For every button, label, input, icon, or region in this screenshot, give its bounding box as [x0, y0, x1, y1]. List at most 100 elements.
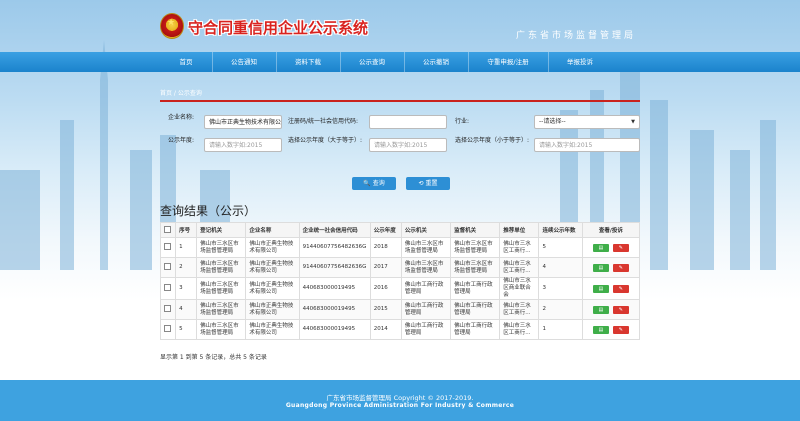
breadcrumb-underline [160, 100, 640, 102]
cell-reg-org: 佛山市三水区市场监督管理局 [196, 299, 247, 320]
row-checkbox-cell[interactable] [159, 237, 177, 258]
table-row: 2 佛山市三水区市场监督管理局 佛山市正典生物技术有限公司 9144060775… [159, 257, 641, 278]
view-button[interactable]: ▤ [592, 325, 609, 334]
cell-year: 2017 [369, 257, 402, 278]
year-le-input[interactable]: 请输入数字如:2015 [534, 138, 640, 152]
view-button[interactable]: ▤ [592, 305, 609, 314]
cell-recommend: 佛山市三水区工商行... [499, 257, 540, 278]
col-year: 公示年度 [369, 222, 402, 238]
reg-code-input[interactable] [369, 115, 447, 129]
breadcrumb: 首页 / 公示查询 [160, 88, 640, 102]
col-recommend: 推荐单位 [499, 222, 540, 238]
table-row: 4 佛山市三水区市场监督管理局 佛山市正典生物技术有限公司 4406830000… [159, 299, 641, 320]
cell-years: 2 [538, 299, 583, 320]
cell-pub-org: 佛山市工商行政管理局 [400, 277, 452, 300]
industry-select[interactable]: --请选择-- ▼ [534, 115, 640, 129]
cell-code: 440683000019495 [298, 277, 371, 300]
cell-recommend: 佛山市三水区工商行... [499, 237, 540, 258]
cell-years: 5 [538, 237, 583, 258]
row-checkbox[interactable] [164, 283, 171, 291]
select-all-checkbox[interactable] [164, 225, 171, 233]
cell-pub-org: 佛山市三水区市场监督管理局 [400, 257, 452, 278]
row-checkbox[interactable] [164, 242, 171, 250]
cell-reg-org: 佛山市三水区市场监督管理局 [196, 277, 247, 300]
breadcrumb-home[interactable]: 首页 [160, 90, 172, 97]
complain-button[interactable]: ✎ [612, 284, 629, 293]
cell-no: 5 [175, 319, 198, 340]
year-label: 公示年度: [168, 137, 195, 144]
cell-company: 佛山市正典生物技术有限公司 [245, 277, 300, 300]
complain-button[interactable]: ✎ [612, 243, 629, 252]
nav-item-notices[interactable]: 公告通知 [212, 52, 277, 72]
cell-company: 佛山市正典生物技术有限公司 [245, 299, 300, 320]
cell-actions: ▤ ✎ [581, 319, 641, 340]
site-header: ★ 守合同重信用企业公示系统 广东省市场监督管理局 [0, 0, 800, 52]
cell-recommend: 佛山市三水区工商行... [499, 299, 540, 320]
cell-no: 1 [175, 237, 198, 258]
company-name-input[interactable]: 佛山市正典生物技术有限公司 [204, 115, 282, 129]
nav-item-register[interactable]: 守重申报/注册 [468, 52, 549, 72]
nav-item-report[interactable]: 举报投诉 [548, 52, 612, 72]
table-row: 5 佛山市三水区市场监督管理局 佛山市正典生物技术有限公司 4406830000… [159, 319, 641, 340]
main-nav: 首页 公告通知 资料下载 公示查询 公示撤销 守重申报/注册 举报投诉 [0, 52, 800, 72]
reset-button-label: 重置 [425, 180, 438, 187]
industry-selected-value: --请选择-- [539, 118, 566, 125]
col-no: 序号 [175, 222, 198, 238]
nav-item-revoke[interactable]: 公示撤销 [404, 52, 469, 72]
cell-actions: ▤ ✎ [581, 237, 641, 258]
company-name-label: 企业名称: [168, 114, 195, 121]
view-button[interactable]: ▤ [592, 263, 609, 272]
row-checkbox[interactable] [164, 262, 171, 270]
pagination-summary: 显示第 1 到第 5 条记录，总共 5 条记录 [160, 354, 267, 361]
col-code: 企业统一社会信用代码 [298, 222, 371, 238]
select-all-header[interactable] [159, 222, 177, 238]
cell-recommend: 佛山市三水区商业联合会 [499, 277, 540, 300]
cell-sup-org: 佛山市工商行政管理局 [450, 299, 501, 320]
row-checkbox-cell[interactable] [159, 319, 177, 340]
row-checkbox[interactable] [164, 304, 171, 312]
caret-down-icon: ▼ [631, 119, 635, 125]
complain-button[interactable]: ✎ [612, 263, 629, 272]
row-checkbox-cell[interactable] [159, 257, 177, 278]
cell-code: 91440607756482636G [298, 237, 371, 258]
cell-company: 佛山市正典生物技术有限公司 [245, 257, 300, 278]
nav-item-downloads[interactable]: 资料下载 [276, 52, 341, 72]
cell-year: 2015 [369, 299, 402, 320]
col-years: 连续公示年数 [538, 222, 583, 238]
nav-item-query[interactable]: 公示查询 [340, 52, 405, 72]
complain-button[interactable]: ✎ [612, 305, 629, 314]
cell-pub-org: 佛山市三水区市场监督管理局 [400, 237, 452, 258]
site-title: 守合同重信用企业公示系统 [188, 19, 369, 37]
table-row: 1 佛山市三水区市场监督管理局 佛山市正典生物技术有限公司 9144060775… [159, 237, 641, 258]
table-row: 3 佛山市三水区市场监督管理局 佛山市正典生物技术有限公司 4406830000… [159, 277, 641, 300]
reset-button[interactable]: ⟲ 重置 [406, 177, 450, 190]
cell-code: 91440607756482636G [298, 257, 371, 278]
cell-years: 1 [538, 319, 583, 340]
complain-button[interactable]: ✎ [612, 325, 629, 334]
year-le-label: 选择公示年度（小于等于）: [455, 137, 530, 144]
year-ge-input[interactable]: 请输入数字如:2015 [369, 138, 447, 152]
year-input[interactable]: 请输入数字如:2015 [204, 138, 282, 152]
reg-code-label: 注册码/统一社会信用代码: [288, 118, 359, 125]
cell-pub-org: 佛山市工商行政管理局 [400, 319, 452, 340]
footer-copyright: 广东省市场监督管理局 Copyright © 2017-2019. [326, 394, 474, 402]
cell-no: 4 [175, 299, 198, 320]
breadcrumb-current: 公示查询 [177, 90, 202, 97]
view-button[interactable]: ▤ [592, 243, 609, 252]
cell-actions: ▤ ✎ [581, 257, 641, 278]
nav-item-home[interactable]: 首页 [160, 52, 213, 72]
cell-company: 佛山市正典生物技术有限公司 [245, 319, 300, 340]
table-header-row: 序号 登记机关 企业名称 企业统一社会信用代码 公示年度 公示机关 监督机关 推… [159, 222, 641, 238]
row-checkbox-cell[interactable] [159, 299, 177, 320]
cell-reg-org: 佛山市三水区市场监督管理局 [196, 237, 247, 258]
search-button[interactable]: 🔍 查询 [352, 177, 396, 190]
cell-sup-org: 佛山市工商行政管理局 [450, 277, 501, 300]
cell-no: 3 [175, 277, 198, 300]
year-ge-label: 选择公示年度（大于等于）: [288, 137, 363, 144]
results-title: 查询结果（公示） [160, 204, 257, 218]
view-button[interactable]: ▤ [592, 284, 609, 293]
row-checkbox-cell[interactable] [159, 277, 177, 300]
col-actions: 查看/投诉 [581, 222, 641, 238]
row-checkbox[interactable] [164, 324, 171, 332]
industry-label: 行业: [455, 118, 470, 125]
